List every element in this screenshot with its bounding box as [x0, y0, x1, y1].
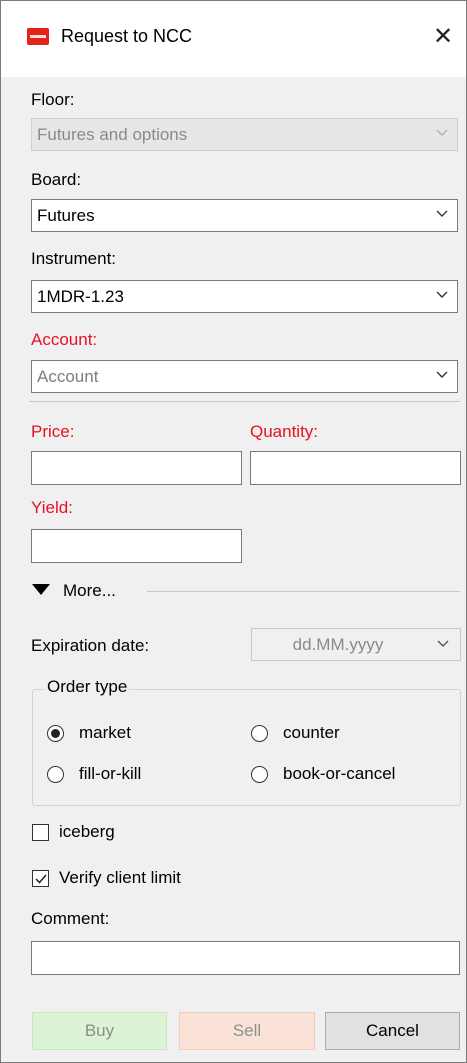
board-select[interactable]: Futures: [31, 199, 458, 232]
board-label: Board:: [31, 170, 82, 189]
chevron-down-icon: [436, 129, 448, 136]
account-select[interactable]: Account: [31, 360, 458, 393]
title-bar: Request to NCC ✕: [1, 1, 466, 77]
board-value: Futures: [37, 206, 95, 225]
instrument-select[interactable]: 1MDR-1.23: [31, 280, 458, 313]
radio-counter-label[interactable]: counter: [283, 723, 340, 743]
comment-input[interactable]: [31, 941, 460, 975]
radio-market-label[interactable]: market: [79, 723, 131, 743]
chevron-down-icon: [437, 640, 449, 647]
radio-fill-or-kill[interactable]: [47, 766, 64, 783]
verify-limit-checkbox[interactable]: [32, 870, 49, 887]
moex-logo-icon: [27, 28, 49, 45]
verify-limit-label[interactable]: Verify client limit: [59, 868, 181, 888]
buy-button[interactable]: Buy: [32, 1012, 167, 1050]
instrument-value: 1MDR-1.23: [37, 287, 124, 306]
dialog-title: Request to NCC: [61, 26, 193, 46]
radio-market[interactable]: [47, 725, 64, 742]
expiration-placeholder: dd.MM.yyyy: [292, 635, 384, 654]
account-label: Account:: [31, 330, 98, 349]
order-type-title: Order type: [45, 677, 130, 697]
order-type-group: [32, 689, 461, 806]
radio-counter[interactable]: [251, 725, 268, 742]
quantity-input[interactable]: [250, 451, 461, 485]
chevron-down-icon: [436, 210, 448, 217]
expiration-label: Expiration date:: [31, 636, 150, 655]
section-divider: [29, 401, 460, 402]
close-icon[interactable]: ✕: [427, 21, 459, 53]
radio-fill-or-kill-label[interactable]: fill-or-kill: [79, 764, 141, 784]
chevron-down-icon: [436, 291, 448, 298]
chevron-down-icon: [436, 371, 448, 378]
account-placeholder: Account: [37, 367, 99, 386]
expiration-date-picker[interactable]: dd.MM.yyyy: [251, 628, 461, 661]
iceberg-checkbox[interactable]: [32, 824, 49, 841]
yield-label: Yield:: [31, 498, 73, 517]
quantity-label: Quantity:: [250, 422, 319, 441]
floor-value: Futures and options: [37, 125, 188, 144]
more-toggle[interactable]: More...: [63, 581, 116, 601]
radio-book-or-cancel-label[interactable]: book-or-cancel: [283, 764, 395, 784]
more-divider: [147, 591, 460, 592]
floor-select: Futures and options: [31, 118, 458, 151]
iceberg-label[interactable]: iceberg: [59, 822, 115, 842]
instrument-label: Instrument:: [31, 249, 117, 268]
yield-input[interactable]: [31, 529, 242, 563]
radio-book-or-cancel[interactable]: [251, 766, 268, 783]
comment-label: Comment:: [31, 909, 110, 928]
request-dialog: Request to NCC ✕ Floor: Futures and opti…: [0, 0, 467, 1063]
triangle-down-icon[interactable]: [32, 584, 50, 595]
checkmark-icon: [35, 874, 47, 884]
floor-label: Floor:: [31, 90, 75, 109]
price-label: Price:: [31, 422, 75, 441]
sell-button[interactable]: Sell: [179, 1012, 315, 1050]
cancel-button[interactable]: Cancel: [325, 1012, 460, 1050]
price-input[interactable]: [31, 451, 242, 485]
